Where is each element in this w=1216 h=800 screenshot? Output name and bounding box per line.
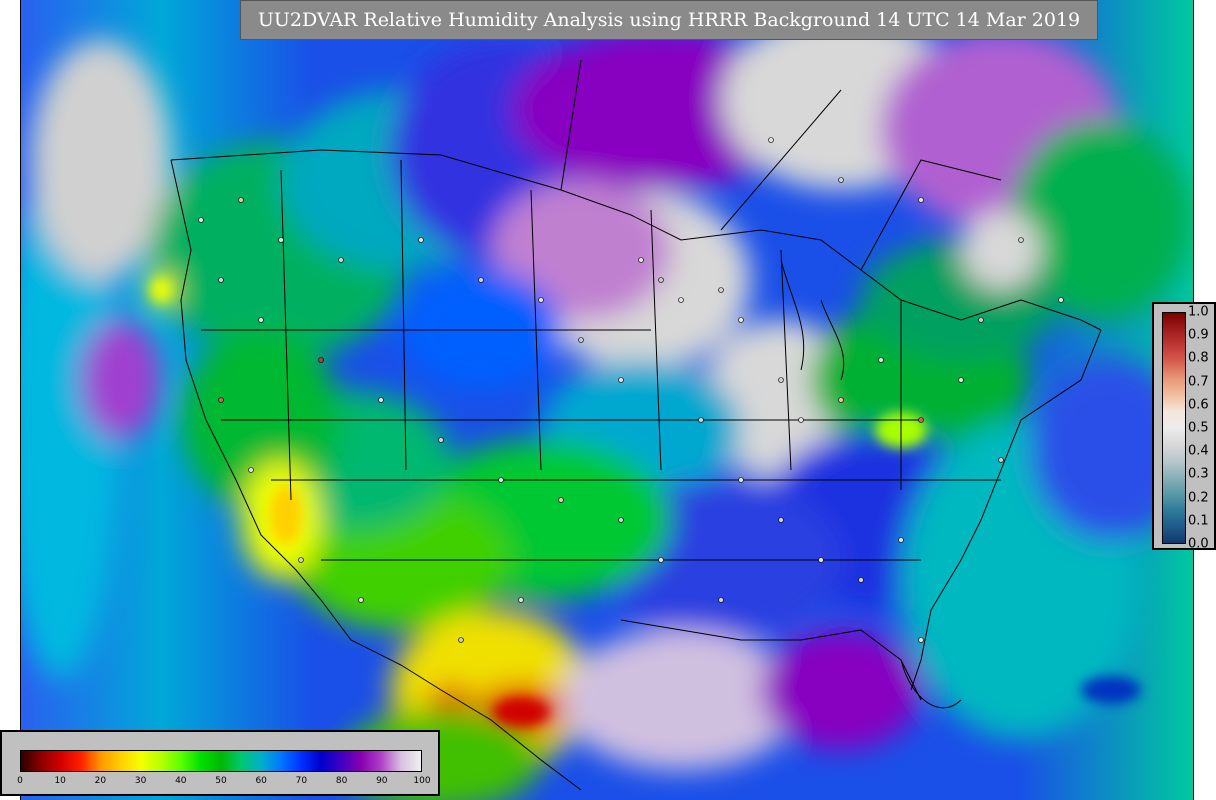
rh-tick-label: 30 bbox=[134, 776, 147, 786]
increment-tick-label: 0.9 bbox=[1188, 327, 1209, 343]
map-area[interactable] bbox=[20, 0, 1194, 800]
rh-tick-label: 90 bbox=[376, 776, 388, 786]
increment-colorbar bbox=[1162, 312, 1186, 544]
humidity-map bbox=[21, 0, 1193, 800]
increment-tick-label: 0.8 bbox=[1188, 350, 1209, 366]
increment-legend: 0.0 0.1 0.2 0.3 0.4 0.5 0.6 0.7 0.8 0.9 1.0 bbox=[1152, 302, 1216, 552]
increment-tick-label: 0.5 bbox=[1188, 420, 1209, 436]
rh-tick-label: 100 bbox=[413, 776, 431, 786]
increment-tick-label: 0.3 bbox=[1188, 466, 1209, 482]
increment-tick-label: 1.0 bbox=[1188, 304, 1209, 320]
rh-tick-label: 10 bbox=[54, 776, 66, 786]
rh-tick-label: 80 bbox=[335, 776, 348, 786]
rh-tick-label: 70 bbox=[295, 776, 308, 786]
rh-tick-label: 20 bbox=[94, 776, 107, 786]
increment-tick-label: 0.7 bbox=[1188, 374, 1209, 390]
relative-humidity-legend: 0 10 20 30 40 50 60 70 80 90 100 bbox=[0, 730, 440, 796]
increment-tick-label: 0.4 bbox=[1188, 443, 1209, 459]
rh-tick-label: 60 bbox=[255, 776, 267, 786]
increment-tick-label: 0.2 bbox=[1188, 490, 1209, 506]
map-title: UU2DVAR Relative Humidity Analysis using… bbox=[240, 0, 1098, 40]
increment-tick-label: 0.1 bbox=[1188, 513, 1209, 529]
increment-tick-label: 0.6 bbox=[1188, 397, 1209, 413]
relative-humidity-colorbar bbox=[20, 750, 422, 772]
rh-tick-label: 0 bbox=[17, 776, 23, 786]
increment-tick-label: 0.0 bbox=[1188, 536, 1209, 552]
rh-tick-label: 50 bbox=[215, 776, 227, 786]
rh-tick-label: 40 bbox=[175, 776, 187, 786]
